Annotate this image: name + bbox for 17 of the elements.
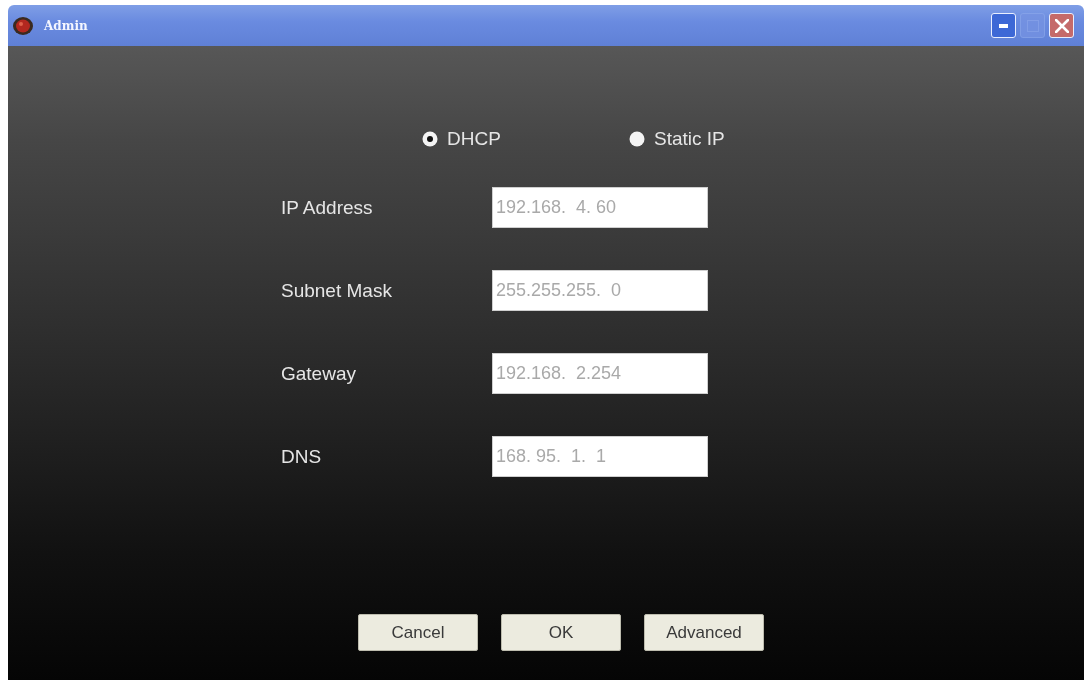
close-button[interactable] (1049, 13, 1074, 38)
radio-label[interactable]: DHCP (447, 128, 501, 150)
minimize-icon (999, 23, 1008, 28)
dialog-button[interactable]: OK (501, 614, 621, 651)
radio-selected-icon[interactable] (422, 131, 438, 147)
minimize-button[interactable] (991, 13, 1016, 38)
field-label: DNS (281, 445, 323, 468)
window-title: Admin (44, 18, 89, 33)
dialog-button[interactable]: Advanced (644, 614, 764, 651)
field-label: Gateway (281, 362, 357, 385)
radio-label[interactable]: Static IP (654, 128, 725, 150)
field-label: Subnet Mask (281, 279, 393, 302)
dialog-button[interactable]: Cancel (358, 614, 478, 651)
field-label: IP Address (281, 196, 374, 219)
radio-icon[interactable] (629, 131, 645, 147)
app-icon (12, 15, 34, 36)
close-icon (1054, 18, 1069, 33)
